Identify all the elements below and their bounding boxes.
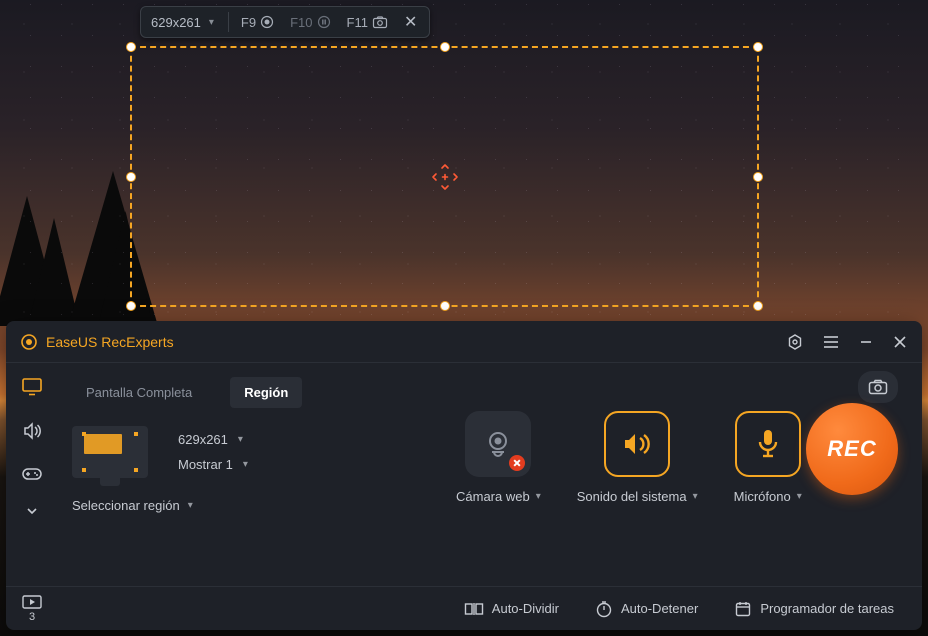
scheduler-label: Programador de tareas	[760, 601, 894, 616]
calendar-icon	[734, 600, 752, 618]
webcam-toggle[interactable]	[465, 411, 531, 477]
camera-icon	[372, 15, 388, 29]
auto-split-label: Auto-Dividir	[492, 601, 559, 616]
minimize-button[interactable]	[858, 334, 874, 350]
chevron-down-icon: ▾	[209, 17, 214, 28]
system-audio-tile: Sonido del sistema ▾	[577, 411, 698, 504]
speaker-icon	[620, 429, 654, 459]
sidebar-item-audio[interactable]	[21, 421, 43, 441]
app-logo-icon	[20, 333, 38, 351]
monitor-preview[interactable]	[72, 426, 148, 478]
split-icon	[464, 601, 484, 617]
dimensions-value: 629x261	[151, 15, 201, 30]
resize-handle[interactable]	[126, 301, 136, 311]
microphone-icon	[754, 427, 782, 461]
resize-handle[interactable]	[440, 301, 450, 311]
chevron-down-icon	[26, 507, 38, 515]
webcam-label: Cámara web	[456, 489, 530, 504]
close-toolbar-button[interactable]: ✕	[396, 12, 425, 32]
system-audio-toggle[interactable]	[604, 411, 670, 477]
resize-handle[interactable]	[753, 42, 763, 52]
hotkey-screenshot[interactable]: F11	[339, 15, 396, 30]
hotkey-label: F11	[347, 15, 368, 30]
display-dropdown[interactable]: Mostrar 1 ▾	[178, 457, 248, 472]
main-panel: Pantalla Completa Región 629x261 ▾	[58, 363, 922, 586]
separator	[228, 12, 229, 32]
footer: 3 Auto-Dividir Auto-Detener Programador …	[6, 586, 922, 630]
microphone-label: Micrófono	[734, 489, 791, 504]
resize-handle[interactable]	[753, 301, 763, 311]
settings-button[interactable]	[786, 333, 804, 351]
record-icon	[260, 15, 274, 29]
recordings-icon	[21, 594, 43, 610]
webcam-tile: Cámara web ▾	[456, 411, 541, 504]
menu-button[interactable]	[822, 335, 840, 349]
timer-icon	[595, 600, 613, 618]
chevron-down-icon: ▾	[188, 500, 193, 511]
app-window: EaseUS RecExperts Pantalla Completa Regi…	[6, 321, 922, 630]
tree-silhouette	[0, 196, 62, 326]
resize-handle[interactable]	[126, 172, 136, 182]
microphone-toggle[interactable]	[735, 411, 801, 477]
chevron-down-icon: ▾	[243, 459, 248, 470]
sidebar	[6, 363, 58, 586]
tab-fullscreen[interactable]: Pantalla Completa	[72, 377, 206, 408]
region-toolbar: 629x261 ▾ F9 F10 F11 ✕	[140, 6, 430, 38]
recordings-count: 3	[29, 611, 35, 623]
auto-split-button[interactable]: Auto-Dividir	[464, 600, 559, 618]
tree-silhouette	[28, 218, 80, 326]
webcam-dropdown[interactable]: Cámara web ▾	[456, 489, 541, 504]
sidebar-expand[interactable]	[26, 507, 38, 515]
resize-handle[interactable]	[126, 42, 136, 52]
sidebar-item-game[interactable]	[21, 465, 43, 483]
record-button[interactable]: REC	[806, 403, 898, 495]
resize-handle[interactable]	[753, 172, 763, 182]
hotkey-label: F10	[290, 15, 312, 30]
app-title: EaseUS RecExperts	[46, 334, 786, 350]
resolution-dropdown[interactable]: 629x261 ▾	[178, 432, 248, 447]
select-region-label: Seleccionar región	[72, 498, 180, 513]
resolution-value: 629x261	[178, 432, 228, 447]
screenshot-button[interactable]	[858, 371, 898, 403]
auto-stop-button[interactable]: Auto-Detener	[595, 600, 698, 618]
system-audio-dropdown[interactable]: Sonido del sistema ▾	[577, 489, 698, 504]
hotkey-record[interactable]: F9	[233, 15, 282, 30]
display-value: Mostrar 1	[178, 457, 233, 472]
move-icon[interactable]	[429, 161, 461, 193]
sidebar-item-screen[interactable]	[21, 377, 43, 397]
microphone-tile: Micrófono ▾	[734, 411, 802, 504]
chevron-down-icon: ▾	[238, 434, 243, 445]
capture-region[interactable]	[130, 46, 759, 307]
scheduler-button[interactable]: Programador de tareas	[734, 600, 894, 618]
mode-tabs: Pantalla Completa Región	[72, 377, 898, 408]
record-button-label: REC	[827, 436, 876, 462]
close-button[interactable]	[892, 334, 908, 350]
chevron-down-icon: ▾	[797, 491, 802, 502]
recordings-button[interactable]: 3	[6, 594, 58, 623]
dimensions-dropdown[interactable]: 629x261 ▾	[141, 7, 224, 37]
pause-icon	[317, 15, 331, 29]
camera-icon	[868, 379, 888, 395]
disabled-badge-icon	[509, 455, 525, 471]
auto-stop-label: Auto-Detener	[621, 601, 698, 616]
resize-handle[interactable]	[440, 42, 450, 52]
webcam-icon	[482, 428, 514, 460]
tab-region[interactable]: Región	[230, 377, 302, 408]
hotkey-pause[interactable]: F10	[282, 15, 338, 30]
hotkey-label: F9	[241, 15, 256, 30]
system-audio-label: Sonido del sistema	[577, 489, 687, 504]
microphone-dropdown[interactable]: Micrófono ▾	[734, 489, 802, 504]
title-bar: EaseUS RecExperts	[6, 321, 922, 363]
chevron-down-icon: ▾	[536, 491, 541, 502]
chevron-down-icon: ▾	[693, 491, 698, 502]
